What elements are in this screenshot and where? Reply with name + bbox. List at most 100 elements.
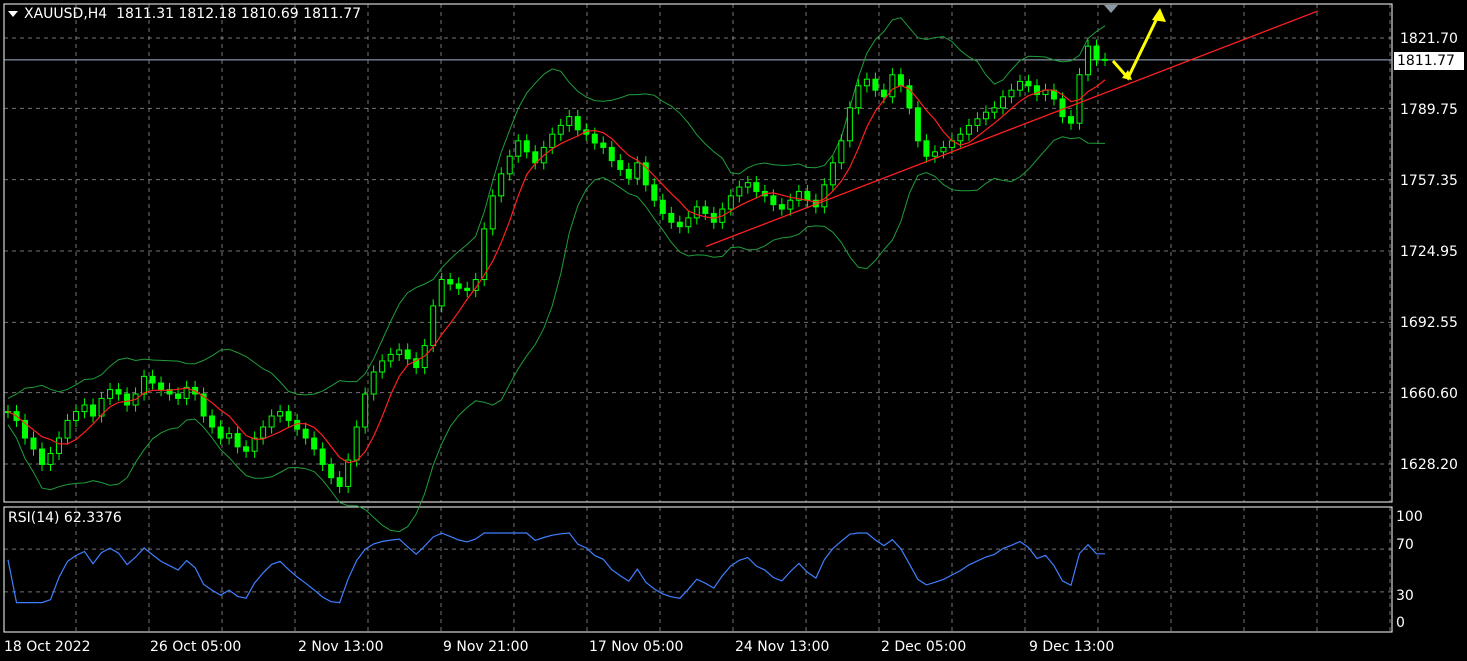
candle-body [455, 283, 462, 289]
candle-body [379, 360, 386, 373]
candle-body [447, 279, 454, 285]
symbol-timeframe: XAUUSD,H4 [24, 6, 108, 22]
candle-body [498, 173, 505, 197]
candle-body [107, 389, 114, 399]
candle-body [872, 78, 879, 91]
candle-body [90, 404, 97, 417]
candle-body [651, 184, 658, 201]
candle-body [591, 133, 598, 144]
candle-body [931, 151, 938, 157]
chart-canvas[interactable] [0, 0, 1467, 661]
rsi-tick: 30 [1396, 588, 1414, 604]
candle-body [617, 160, 624, 170]
candle-body [702, 206, 709, 214]
candle-body [974, 118, 981, 126]
bollinger-upper-band [7, 17, 1106, 399]
candle-body [727, 195, 734, 210]
candle-body [81, 404, 88, 413]
candle-body [396, 349, 403, 355]
candle-body [659, 199, 666, 214]
candle-body [39, 448, 46, 465]
candle-body [991, 107, 998, 113]
candle-body [115, 389, 122, 395]
period-separator-marker-icon [1104, 5, 1118, 13]
candle-body [1016, 80, 1023, 91]
time-tick: 9 Dec 13:00 [1029, 639, 1115, 655]
candle-body [778, 204, 785, 210]
candle-body [336, 477, 343, 487]
candle-body [243, 446, 250, 452]
price-tick: 1789.75 [1400, 102, 1458, 118]
candle-body [1059, 98, 1066, 118]
candle-body [1093, 45, 1100, 60]
chart-window[interactable] [0, 0, 1467, 661]
candle-body [829, 162, 836, 186]
time-tick: 9 Nov 21:00 [443, 639, 529, 655]
candle-body [1067, 116, 1074, 124]
candle-body [149, 375, 156, 384]
candle-body [438, 279, 445, 307]
rsi-tick: 0 [1396, 615, 1405, 631]
candle-body [753, 182, 760, 192]
rsi-tick: 70 [1396, 537, 1414, 553]
candle-body [319, 448, 326, 465]
chart-title: XAUUSD,H4 1811.31 1812.18 1810.69 1811.7… [8, 6, 361, 22]
time-tick: 2 Nov 13:00 [298, 639, 384, 655]
candle-body [549, 133, 556, 148]
candle-body [260, 426, 267, 439]
candle-body [64, 419, 71, 439]
candle-body [914, 107, 921, 142]
candle-body [523, 140, 530, 153]
candle-body [30, 437, 37, 450]
candle-body [124, 393, 131, 406]
candle-body [608, 146, 615, 162]
candle-body [804, 190, 811, 201]
time-tick: 18 Oct 2022 [4, 639, 91, 655]
candle-body [557, 124, 564, 135]
candle-body [1008, 89, 1015, 98]
candle-body [404, 349, 411, 360]
moving-average-line [7, 79, 1106, 464]
arrow-head-up-icon [1152, 8, 1166, 22]
candle-body [328, 463, 335, 479]
candle-body [226, 433, 233, 439]
candle-body [387, 353, 394, 362]
time-tick: 17 Nov 05:00 [589, 639, 684, 655]
candle-body [999, 96, 1006, 109]
candle-body [353, 426, 360, 461]
price-tick: 1628.20 [1400, 457, 1458, 473]
candle-body [600, 142, 607, 148]
candle-body [566, 116, 573, 126]
candle-body [787, 199, 794, 210]
time-tick: 26 Oct 05:00 [150, 639, 242, 655]
candle-body [923, 140, 930, 157]
candle-body [668, 212, 675, 223]
dropdown-arrow-icon[interactable] [8, 11, 18, 17]
candle-body [634, 162, 641, 179]
candle-body [489, 195, 496, 230]
candle-body [855, 85, 862, 109]
candle-body [693, 206, 700, 219]
candle-body [234, 433, 241, 448]
time-tick: 24 Nov 13:00 [735, 639, 830, 655]
candle-body [362, 393, 369, 428]
rsi-tick: 100 [1396, 509, 1423, 525]
ohlc-readout: 1811.31 1812.18 1810.69 1811.77 [116, 6, 362, 22]
candle-body [302, 428, 309, 439]
time-tick: 2 Dec 05:00 [881, 639, 967, 655]
candle-body [268, 415, 275, 428]
candle-body [744, 182, 751, 188]
candle-body [957, 133, 964, 142]
candle-body [141, 375, 148, 395]
candle-body [574, 116, 581, 131]
candle-body [47, 452, 54, 465]
candle-body [1084, 45, 1091, 76]
candle-body [880, 89, 887, 98]
candle-body [209, 415, 216, 428]
price-tick: 1692.55 [1400, 315, 1458, 331]
candle-body [889, 74, 896, 98]
rsi-label: RSI(14) 62.3376 [8, 510, 122, 526]
candle-body [285, 411, 292, 421]
candle-body [625, 168, 632, 179]
candle-body [846, 107, 853, 142]
